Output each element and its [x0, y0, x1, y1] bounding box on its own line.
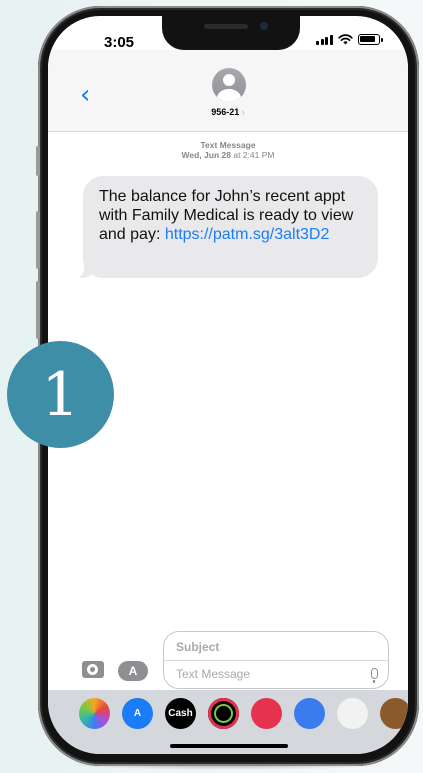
compose-box: Subject: [163, 631, 389, 689]
chevron-left-icon: ‹: [80, 80, 91, 110]
back-button[interactable]: ‹: [80, 80, 90, 110]
app-store-button[interactable]: A: [118, 661, 148, 681]
step-number-badge: 1: [7, 341, 114, 448]
front-camera: [260, 22, 268, 30]
silent-switch: [36, 146, 40, 176]
date: Wed, Jun 28: [181, 150, 231, 160]
apple-cash-icon[interactable]: Cash: [165, 698, 196, 729]
message-link[interactable]: https://patm.sg/3alt3D2: [165, 226, 330, 243]
time-prefix: at: [233, 150, 241, 160]
battery-icon: [357, 34, 383, 45]
activity-icon[interactable]: [208, 698, 239, 729]
message-timestamp: Text Message Wed, Jun 28 at 2:41 PM: [48, 140, 408, 160]
compose-actions: A: [82, 661, 148, 681]
app-tray-row: A Cash: [79, 698, 408, 729]
app-store-icon[interactable]: A: [122, 698, 153, 729]
conversation-header: ‹ 956-21 ›: [48, 50, 408, 132]
chevron-right-icon: ›: [241, 107, 245, 117]
home-indicator[interactable]: [170, 744, 288, 748]
signal-icon: [316, 34, 333, 45]
apps-icon: A: [128, 664, 138, 678]
imessage-app-tray: A Cash: [48, 690, 408, 754]
contact-name[interactable]: 956-21 ›: [48, 107, 408, 117]
search-images-icon[interactable]: [251, 698, 282, 729]
contact-avatar[interactable]: [212, 68, 246, 102]
camera-icon[interactable]: [82, 661, 104, 678]
notch: [162, 16, 300, 50]
status-icons: [316, 34, 383, 45]
step-number: 1: [41, 359, 80, 430]
compose-divider: [164, 660, 388, 661]
subject-field[interactable]: Subject: [176, 640, 219, 654]
memoji-icon[interactable]: [380, 698, 408, 729]
audio-message-icon[interactable]: [294, 698, 325, 729]
message-input[interactable]: [176, 667, 356, 681]
volume-down-button: [36, 281, 40, 339]
contact-number: 956-21: [211, 107, 240, 117]
wifi-icon: [337, 34, 353, 45]
date-time: Wed, Jun 28 at 2:41 PM: [48, 150, 408, 160]
photos-icon[interactable]: [79, 698, 110, 729]
status-time: 3:05: [104, 34, 135, 51]
microphone-icon[interactable]: [371, 668, 378, 683]
memoji-stickers-icon[interactable]: [337, 698, 368, 729]
speaker: [204, 24, 248, 29]
volume-up-button: [36, 211, 40, 269]
time: 2:41 PM: [242, 150, 275, 160]
service-label: Text Message: [200, 140, 256, 150]
incoming-message-bubble[interactable]: The balance for John’s recent appt with …: [83, 176, 378, 278]
